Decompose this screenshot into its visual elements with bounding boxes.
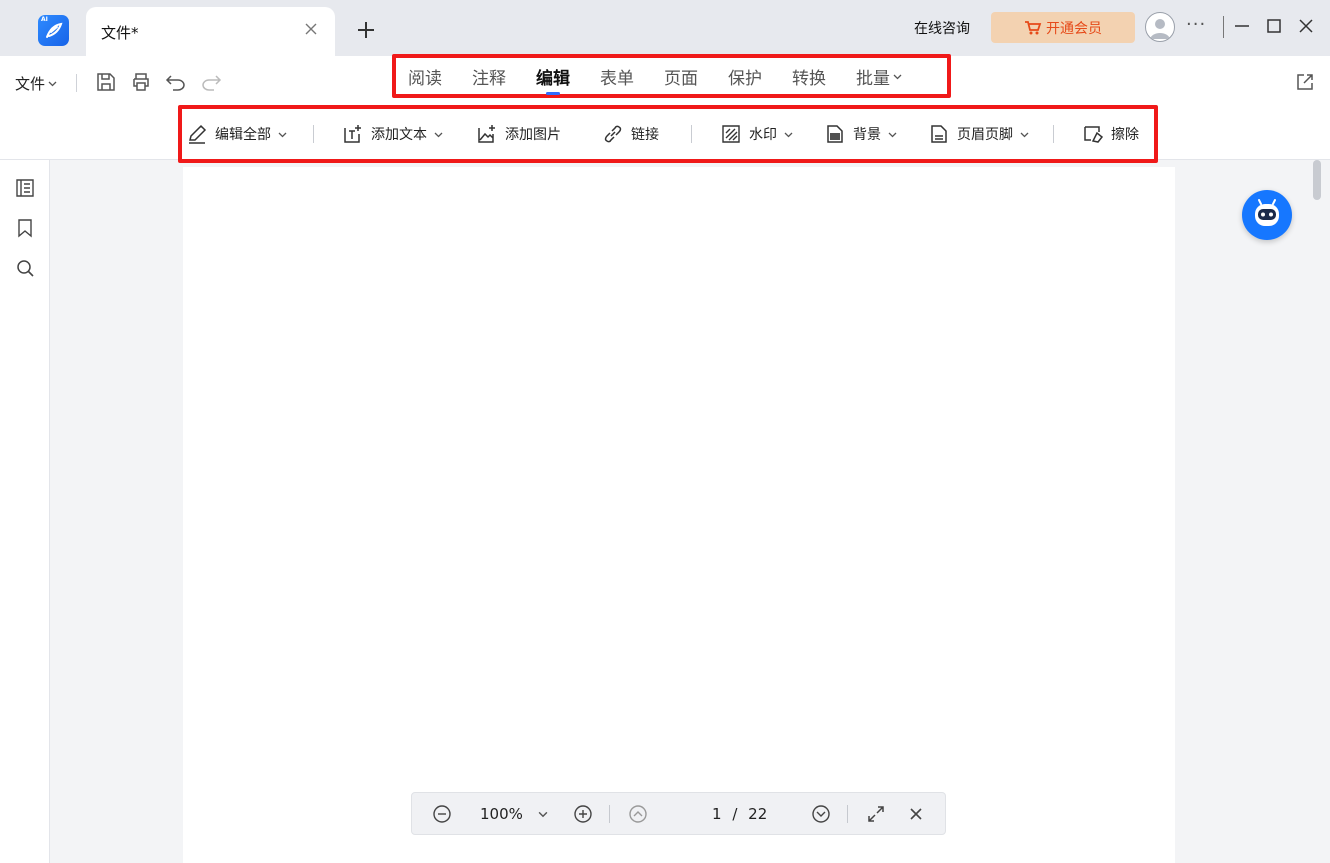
header-footer-label: 页眉页脚 [957, 127, 1013, 143]
more-options-icon[interactable]: ··· [1186, 14, 1206, 35]
zoom-out-icon[interactable] [432, 804, 452, 824]
link-icon [604, 125, 622, 143]
chevron-down-icon [888, 132, 897, 137]
next-page-icon[interactable] [811, 804, 831, 824]
link-label: 链接 [631, 127, 659, 143]
feather-icon [46, 22, 63, 38]
tab-batch-label: 批量 [856, 68, 890, 89]
previous-page-icon[interactable] [628, 804, 648, 824]
redo-icon[interactable] [200, 71, 222, 93]
menu-tab-bar: 阅读 注释 编辑 表单 页面 保护 转换 批量 [392, 54, 951, 98]
new-tab-icon[interactable] [355, 19, 377, 41]
add-text-icon [344, 125, 361, 143]
chevron-down-icon [893, 74, 902, 79]
open-vip-button[interactable]: 开通会员 [991, 12, 1135, 43]
tab-batch[interactable]: 批量 [856, 64, 902, 89]
chevron-down-icon [784, 132, 793, 137]
cart-icon [1025, 20, 1042, 34]
scrollbar-thumb[interactable] [1313, 160, 1321, 200]
watermark-label: 水印 [749, 127, 777, 143]
erase-button[interactable]: 擦除 [1082, 122, 1139, 146]
pen-icon [189, 124, 207, 144]
tab-convert[interactable]: 转换 [792, 64, 826, 89]
minimize-icon[interactable] [1233, 17, 1251, 35]
search-icon[interactable] [15, 258, 35, 278]
chevron-down-icon [48, 81, 57, 87]
close-window-icon[interactable] [1297, 17, 1315, 35]
tool-divider [313, 125, 314, 143]
tab-edit[interactable]: 编辑 [536, 64, 570, 95]
vertical-scrollbar[interactable] [1311, 160, 1323, 863]
document-page[interactable] [183, 167, 1175, 863]
background-icon [827, 125, 843, 143]
open-external-icon[interactable] [1295, 72, 1315, 92]
nav-divider [609, 805, 610, 823]
header-footer-icon [931, 125, 947, 143]
tab-read[interactable]: 阅读 [408, 64, 442, 89]
file-menu-label: 文件 [15, 75, 46, 93]
file-menu[interactable]: 文件 [15, 73, 57, 94]
ai-assistant-button[interactable] [1242, 190, 1292, 240]
page-separator: / [732, 805, 738, 823]
edit-all-button[interactable]: 编辑全部 [186, 122, 287, 146]
user-icon [1150, 19, 1170, 39]
zoom-in-icon[interactable] [573, 804, 593, 824]
add-image-icon [478, 125, 495, 143]
left-sidebar [0, 160, 50, 863]
header-footer-button[interactable]: 页眉页脚 [928, 122, 1029, 146]
main-toolbar: 文件 阅读 注释 编辑 表单 页面 保护 转换 批量 编辑全部 添加文本 添加图… [0, 54, 1330, 163]
document-tab[interactable]: 文件* [86, 7, 335, 56]
add-text-label: 添加文本 [371, 127, 427, 143]
current-page: 1 [712, 805, 722, 823]
background-label: 背景 [853, 127, 881, 143]
watermark-button[interactable]: 水印 [720, 122, 793, 146]
page-indicator[interactable]: 1 / 22 [712, 805, 767, 823]
bookmark-icon[interactable] [15, 218, 35, 238]
quick-divider [76, 74, 77, 92]
edit-all-label: 编辑全部 [215, 127, 271, 143]
fullscreen-icon[interactable] [866, 804, 886, 824]
thumbnails-icon[interactable] [15, 178, 35, 198]
titlebar-divider [1223, 16, 1224, 38]
close-tab-icon[interactable] [303, 21, 319, 37]
close-bar-icon[interactable] [906, 804, 926, 824]
nav-divider [847, 805, 848, 823]
tab-title: 文件* [101, 24, 139, 42]
print-icon[interactable] [130, 71, 152, 93]
total-pages: 22 [748, 805, 768, 823]
zoom-dropdown-chevron-icon[interactable] [538, 809, 548, 819]
background-button[interactable]: 背景 [824, 122, 897, 146]
page-navigation-bar: 100% 1 / 22 [411, 792, 946, 835]
user-avatar[interactable] [1145, 12, 1175, 42]
chevron-down-icon [278, 132, 287, 137]
zoom-level[interactable]: 100% [480, 805, 523, 823]
chevron-down-icon [434, 132, 443, 137]
chevron-down-icon [1020, 132, 1029, 137]
edit-tool-strip: 编辑全部 添加文本 添加图片 链接 水印 背景 页眉页脚 擦除 [178, 105, 1158, 163]
tab-form[interactable]: 表单 [600, 64, 634, 89]
tool-divider [1053, 125, 1054, 143]
robot-icon [1255, 199, 1279, 226]
tool-divider [691, 125, 692, 143]
add-image-label: 添加图片 [505, 127, 561, 143]
watermark-icon [722, 125, 740, 143]
tab-page[interactable]: 页面 [664, 64, 698, 89]
add-text-button[interactable]: 添加文本 [342, 122, 443, 146]
maximize-icon[interactable] [1265, 17, 1283, 35]
app-logo[interactable]: AI [38, 15, 69, 46]
vip-label: 开通会员 [1046, 20, 1102, 37]
undo-icon[interactable] [165, 71, 187, 93]
add-image-button[interactable]: 添加图片 [476, 122, 561, 146]
link-button[interactable]: 链接 [602, 122, 659, 146]
online-consult-link[interactable]: 在线咨询 [914, 18, 970, 38]
eraser-icon [1084, 126, 1104, 143]
erase-label: 擦除 [1111, 127, 1139, 143]
tab-annotate[interactable]: 注释 [472, 64, 506, 89]
title-bar: AI 文件* 在线咨询 开通会员 ··· [0, 0, 1330, 56]
tab-protect[interactable]: 保护 [728, 64, 762, 89]
save-icon[interactable] [95, 71, 117, 93]
